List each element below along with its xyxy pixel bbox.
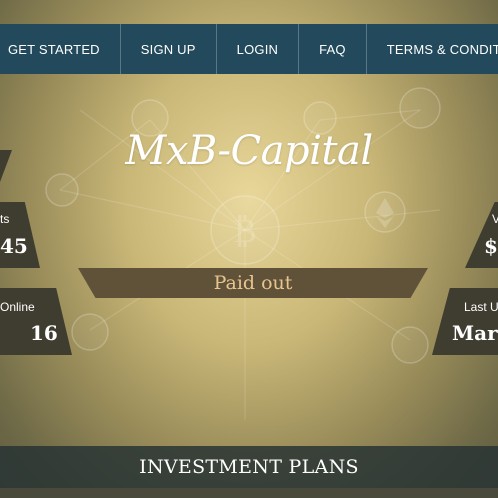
stat-label: Online — [0, 300, 35, 314]
stat-panel-left-mid: ts 45 — [0, 202, 40, 268]
paid-out-banner: Paid out — [78, 268, 428, 298]
stat-value: 45 — [0, 234, 28, 258]
ethereum-icon — [364, 191, 406, 233]
stat-value: Mar 1 — [452, 321, 498, 345]
stat-panel-right-mid: V $ — [465, 202, 498, 268]
stat-label: V — [492, 212, 498, 226]
nav-faq[interactable]: FAQ — [299, 24, 367, 74]
stat-value: $ — [484, 234, 498, 258]
nav-get-started[interactable]: GET STARTED — [0, 24, 121, 74]
svg-text:₿: ₿ — [233, 211, 257, 251]
stat-label: Last U — [464, 300, 498, 314]
nav-terms-conditions[interactable]: TERMS & CONDITIONS — [367, 24, 498, 74]
stat-value: 16 — [30, 321, 58, 345]
nav-login[interactable]: LOGIN — [217, 24, 300, 74]
bottom-strip — [0, 488, 498, 498]
paid-out-label: Paid out — [213, 272, 293, 294]
section-title: INVESTMENT PLANS — [139, 456, 359, 478]
nav-sign-up[interactable]: SIGN UP — [121, 24, 217, 74]
stat-panel-online: Online 16 — [0, 288, 72, 355]
investment-plans-header: INVESTMENT PLANS — [0, 446, 498, 488]
bitcoin-icon — [210, 195, 280, 265]
top-navigation: GET STARTED SIGN UP LOGIN FAQ TERMS & CO… — [0, 24, 498, 74]
stat-label: ts — [0, 212, 10, 226]
stat-panel-last-update: Last U Mar 1 — [432, 288, 498, 355]
site-title: MxB-Capital — [125, 128, 373, 174]
background-network-graphic: ₿ — [45, 87, 441, 420]
